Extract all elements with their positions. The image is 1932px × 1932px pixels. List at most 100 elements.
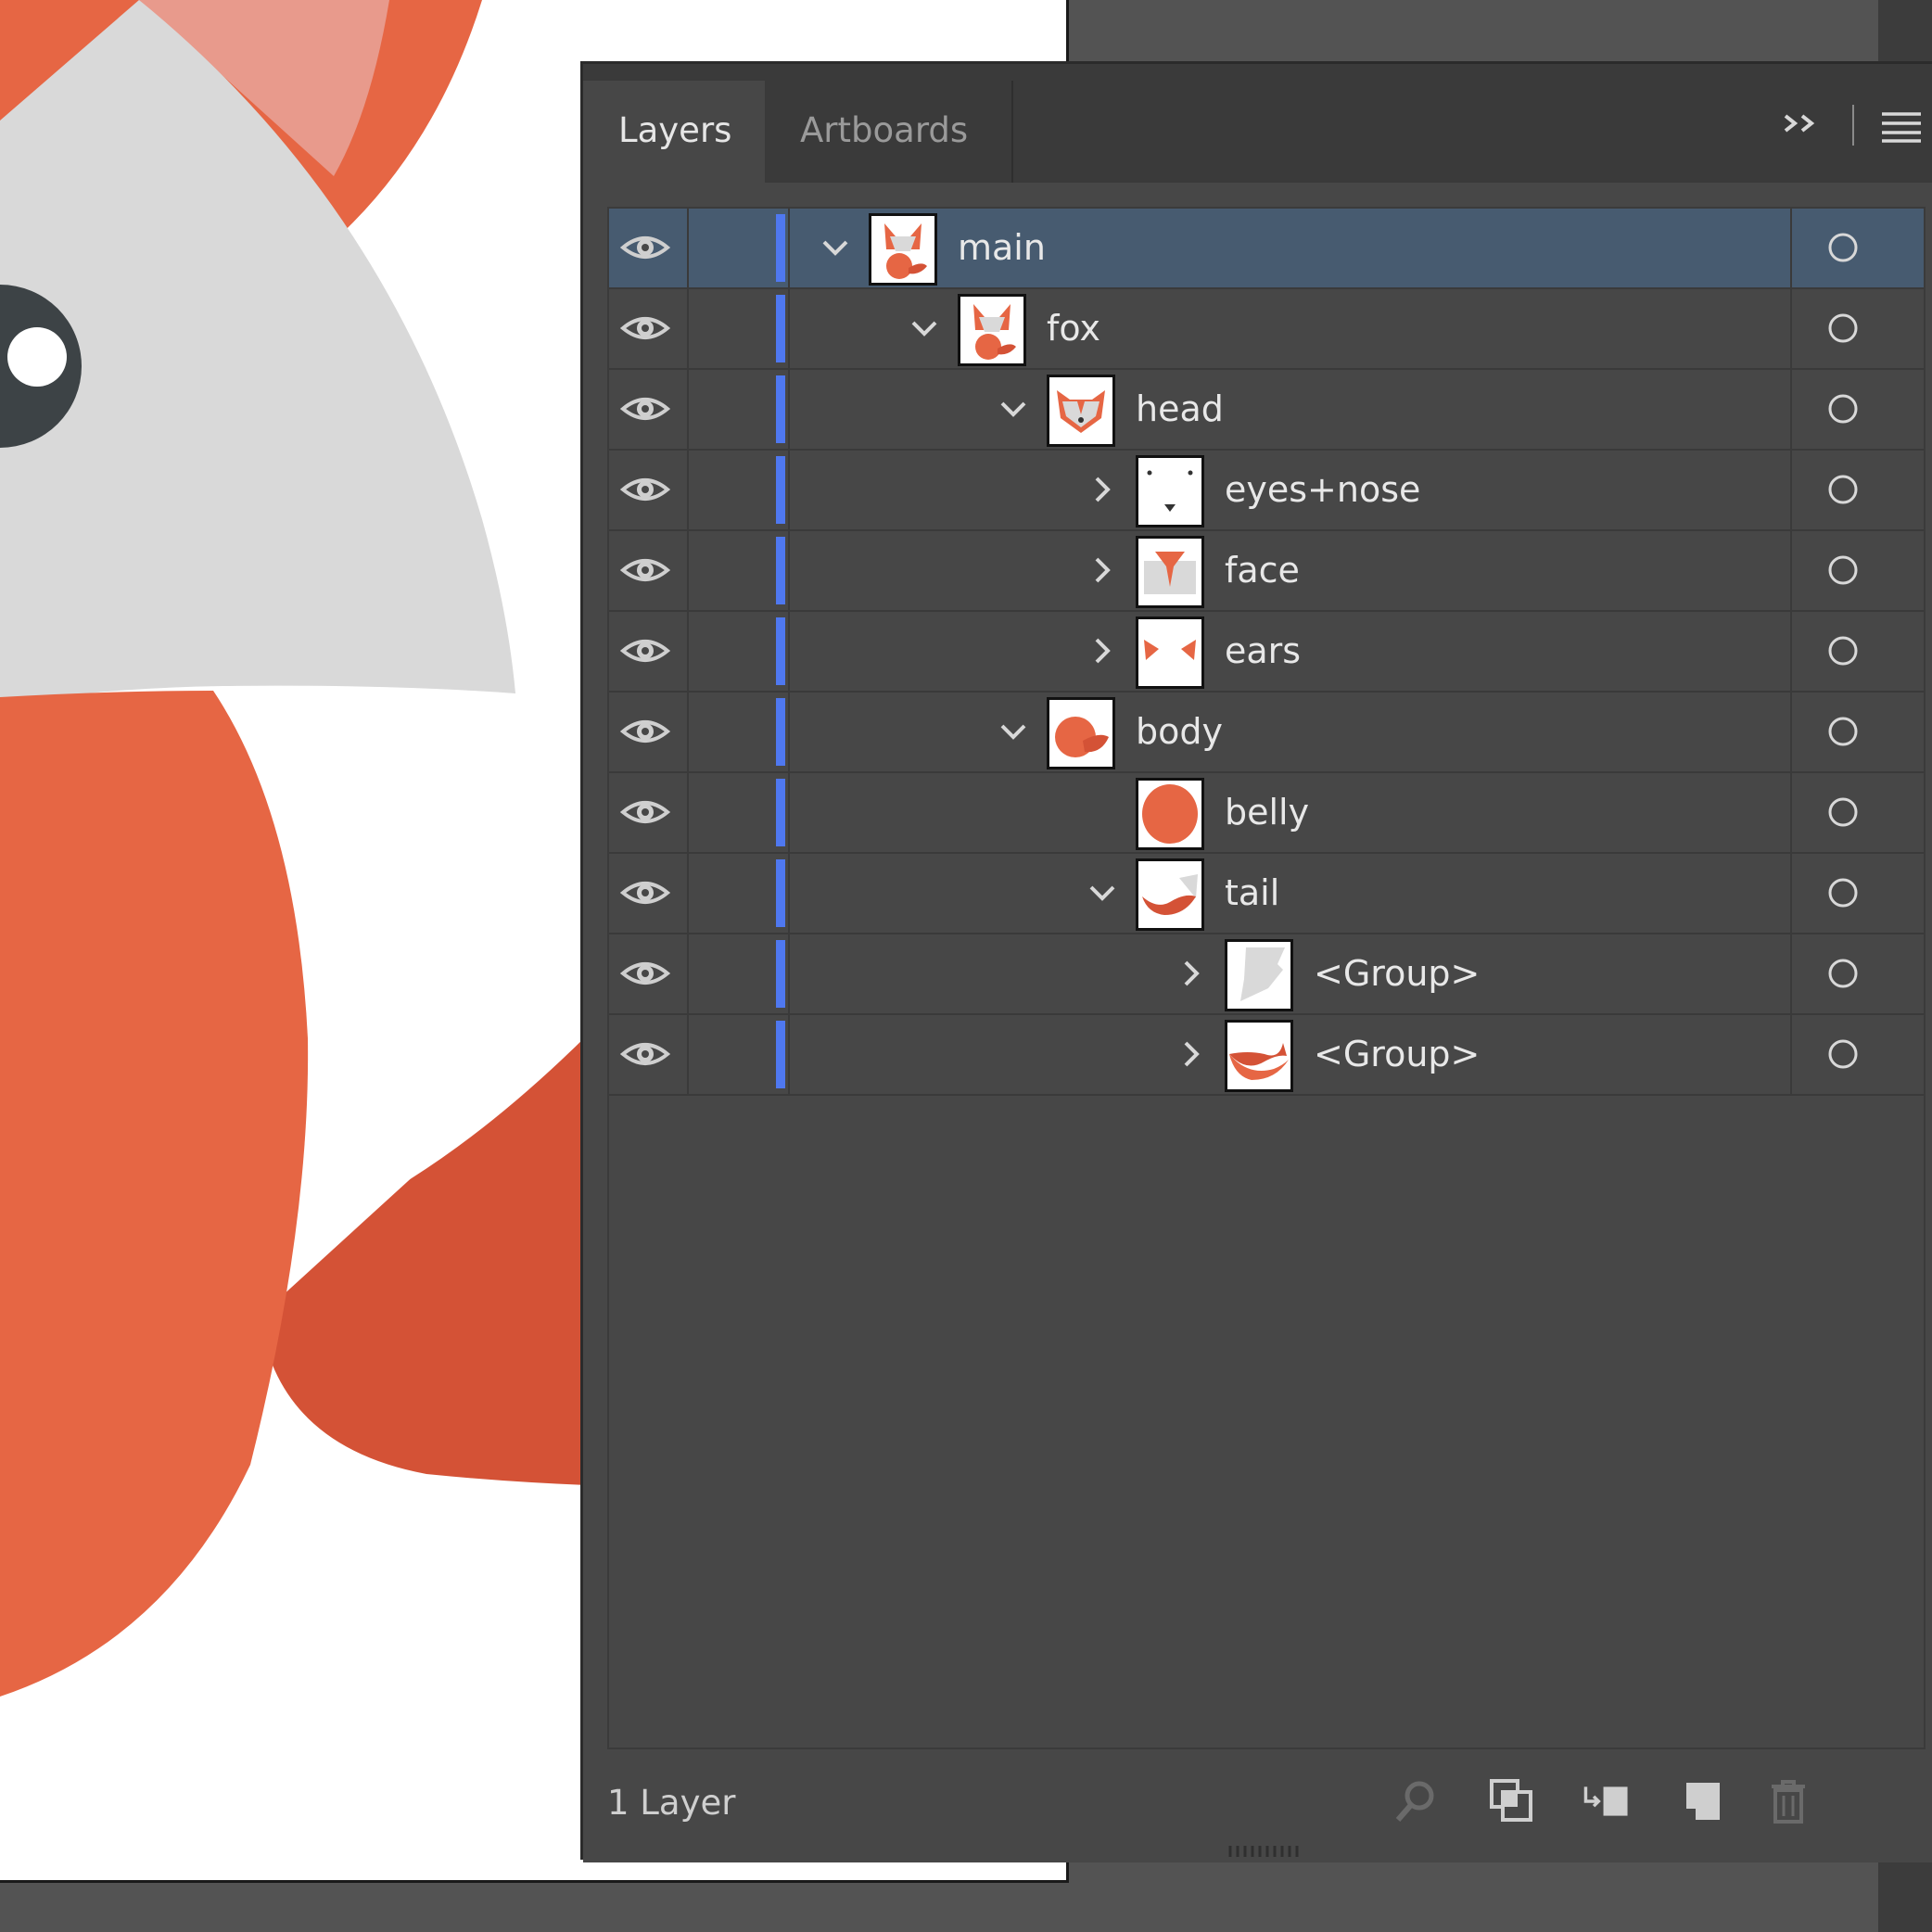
chevron-right-icon[interactable] [1086,553,1119,587]
chevron-down-icon[interactable] [819,231,852,264]
layer-thumbnail [1136,858,1204,931]
layer-row[interactable]: face [609,531,1924,612]
layer-row[interactable]: ears [609,612,1924,693]
tab-artboards[interactable]: Artboards [765,81,1013,183]
layer-color-indicator [776,617,785,685]
chevron-down-icon[interactable] [1086,876,1119,909]
target-column-divider [1790,370,1792,449]
layer-row[interactable]: <Group> [609,934,1924,1015]
new-sublayer-icon[interactable] [1677,1777,1725,1825]
layer-color-indicator [776,375,785,443]
layer-row[interactable]: main [609,209,1924,289]
layer-name[interactable]: head [1136,370,1224,449]
lock-column-divider [687,612,689,691]
layer-name[interactable]: body [1136,693,1223,771]
chevron-right-icon[interactable] [1175,957,1208,990]
column-divider [788,854,790,933]
target-column-divider [1790,693,1792,771]
chevron-down-icon[interactable] [997,715,1030,748]
target-circle-icon[interactable] [1827,554,1859,586]
eye-visibility-icon[interactable] [620,632,670,669]
eye-visibility-icon[interactable] [620,874,670,911]
layer-count: 1 Layer [607,1783,736,1823]
layer-name[interactable]: main [958,209,1046,287]
target-circle-icon[interactable] [1827,958,1859,989]
target-column-divider [1790,612,1792,691]
target-column-divider [1790,531,1792,610]
target-column-divider [1790,451,1792,529]
layer-row[interactable]: belly [609,773,1924,854]
target-column-divider [1790,854,1792,933]
column-divider [788,612,790,691]
search-icon[interactable] [1392,1777,1440,1825]
double-chevron-right-icon[interactable] [1780,105,1823,142]
layer-row[interactable]: head [609,370,1924,451]
layer-name[interactable]: <Group> [1314,934,1480,1013]
chevron-down-icon[interactable] [997,392,1030,426]
eye-visibility-icon[interactable] [620,1036,670,1073]
target-column-divider [1790,1015,1792,1094]
layer-name[interactable]: fox [1047,289,1100,368]
column-divider [788,370,790,449]
column-divider [788,773,790,852]
tab-layers[interactable]: Layers [583,81,765,183]
target-circle-icon[interactable] [1827,393,1859,425]
layer-name[interactable]: eyes+nose [1225,451,1420,529]
chevron-down-icon[interactable] [908,311,941,345]
layer-name[interactable]: ears [1225,612,1301,691]
layer-row[interactable]: body [609,693,1924,773]
eye-visibility-icon[interactable] [620,552,670,589]
layer-thumbnail [1225,939,1293,1011]
chevron-right-icon[interactable] [1175,1037,1208,1071]
layer-thumbnail [1136,536,1204,608]
target-circle-icon[interactable] [1827,1038,1859,1070]
lock-column-divider [687,1015,689,1094]
resize-grip[interactable] [1227,1844,1303,1859]
layer-row[interactable]: <Group> [609,1015,1924,1096]
chevron-right-icon[interactable] [1086,634,1119,667]
target-circle-icon[interactable] [1827,635,1859,667]
target-circle-icon[interactable] [1827,312,1859,344]
eye-visibility-icon[interactable] [620,955,670,992]
target-column-divider [1790,289,1792,368]
layer-color-indicator [776,295,785,362]
layer-thumbnail [1136,616,1204,689]
layer-color-indicator [776,214,785,282]
chevron-right-icon[interactable] [1086,473,1119,506]
lock-column-divider [687,209,689,287]
layer-row[interactable]: tail [609,854,1924,934]
lock-column-divider [687,370,689,449]
eye-visibility-icon[interactable] [620,390,670,427]
eye-visibility-icon[interactable] [620,471,670,508]
target-column-divider [1790,934,1792,1013]
eye-visibility-icon[interactable] [620,713,670,750]
layer-row[interactable]: fox [609,289,1924,370]
layer-row[interactable]: eyes+nose [609,451,1924,531]
target-circle-icon[interactable] [1827,796,1859,828]
collect-export-icon[interactable] [1488,1777,1536,1825]
lock-column-divider [687,289,689,368]
eye-visibility-icon[interactable] [620,229,670,266]
layers-list[interactable]: main fox head eyes+nose face ears body belly tai… [607,207,1926,1749]
hamburger-menu-icon[interactable] [1880,110,1923,144]
tab-bar-divider [1852,105,1854,146]
target-circle-icon[interactable] [1827,716,1859,747]
layer-thumbnail [1136,455,1204,527]
layer-color-indicator [776,1021,785,1088]
layer-name[interactable]: face [1225,531,1300,610]
eye-visibility-icon[interactable] [620,310,670,347]
target-circle-icon[interactable] [1827,877,1859,909]
target-circle-icon[interactable] [1827,474,1859,505]
lock-column-divider [687,773,689,852]
delete-icon[interactable] [1764,1777,1812,1825]
layer-name[interactable]: <Group> [1314,1015,1480,1094]
eye-visibility-icon[interactable] [620,794,670,831]
layer-thumbnail [1047,375,1115,447]
layer-thumbnail [1136,778,1204,850]
layer-name[interactable]: tail [1225,854,1279,933]
layer-color-indicator [776,456,785,524]
make-clipping-mask-icon[interactable] [1582,1777,1631,1825]
target-circle-icon[interactable] [1827,232,1859,263]
column-divider [788,934,790,1013]
layer-name[interactable]: belly [1225,773,1309,852]
